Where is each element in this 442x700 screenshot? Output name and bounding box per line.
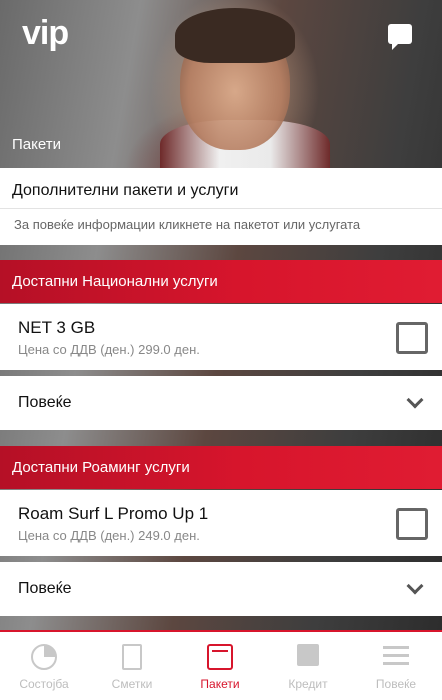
nav-label: Пакети bbox=[200, 677, 240, 691]
nav-label: Состојба bbox=[19, 677, 69, 691]
section-header-national: Достапни Национални услуги bbox=[0, 260, 442, 303]
package-card-roam-surf[interactable]: Roam Surf L Promo Up 1 Цена со ДДВ (ден.… bbox=[0, 490, 442, 556]
nav-item-bills[interactable]: Сметки bbox=[88, 632, 176, 700]
package-icon bbox=[207, 644, 233, 670]
chevron-down-icon bbox=[406, 577, 424, 595]
info-title: Дополнителни пакети и услуги bbox=[12, 182, 239, 199]
more-row-national[interactable]: Повеќе bbox=[0, 376, 442, 430]
pie-chart-icon bbox=[31, 644, 57, 670]
page-title: Пакети bbox=[12, 136, 61, 153]
divider bbox=[0, 208, 442, 209]
more-label: Повеќе bbox=[18, 394, 72, 411]
package-checkbox[interactable] bbox=[396, 508, 428, 540]
credit-icon bbox=[297, 644, 319, 666]
more-label: Повеќе bbox=[18, 580, 72, 597]
invoice-icon bbox=[122, 644, 142, 670]
package-price: Цена со ДДВ (ден.) 299.0 ден. bbox=[18, 342, 200, 357]
nav-item-status[interactable]: Состојба bbox=[0, 632, 88, 700]
bottom-navigation: Состојба Сметки Пакети Кредит Повеќе bbox=[0, 630, 442, 700]
info-card: Дополнителни пакети и услуги За повеќе и… bbox=[0, 168, 442, 245]
chat-bubble-icon[interactable] bbox=[388, 24, 412, 50]
package-name: Roam Surf L Promo Up 1 bbox=[18, 504, 209, 523]
package-price: Цена со ДДВ (ден.) 249.0 ден. bbox=[18, 528, 200, 543]
package-checkbox[interactable] bbox=[396, 322, 428, 354]
chevron-down-icon bbox=[406, 391, 424, 409]
nav-item-more[interactable]: Повеќе bbox=[352, 632, 440, 700]
hero-person-hair bbox=[175, 8, 295, 63]
menu-icon bbox=[383, 644, 409, 666]
nav-item-packages[interactable]: Пакети bbox=[176, 632, 264, 700]
nav-label: Кредит bbox=[288, 677, 328, 691]
nav-label: Повеќе bbox=[375, 677, 417, 691]
section-header-roaming: Достапни Роаминг услуги bbox=[0, 446, 442, 489]
package-name: NET 3 GB bbox=[18, 318, 96, 337]
vip-logo: vip bbox=[22, 14, 69, 52]
nav-item-credit[interactable]: Кредит bbox=[264, 632, 352, 700]
package-card-net3gb[interactable]: NET 3 GB Цена со ДДВ (ден.) 299.0 ден. bbox=[0, 304, 442, 370]
more-row-roaming[interactable]: Повеќе bbox=[0, 562, 442, 616]
nav-label: Сметки bbox=[111, 677, 153, 691]
info-subtitle: За повеќе информации кликнете на пакетот… bbox=[14, 217, 361, 232]
